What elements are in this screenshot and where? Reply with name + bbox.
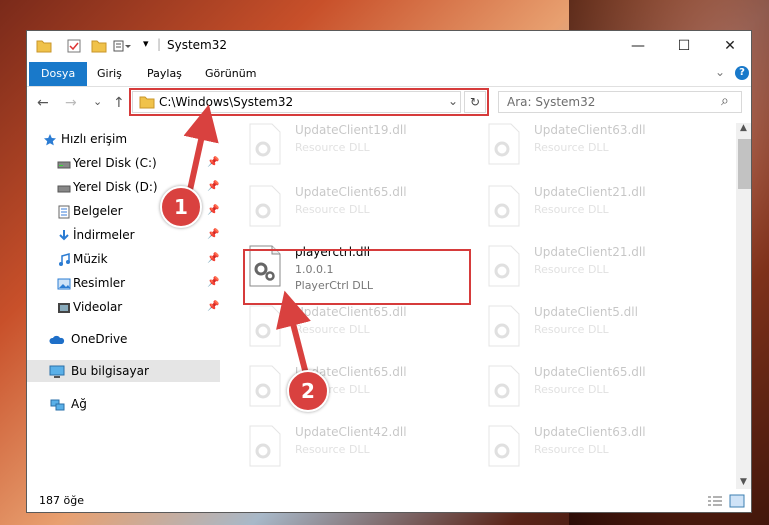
step-marker-1: 1	[160, 186, 202, 228]
step-marker-2: 2	[287, 370, 329, 412]
annotation-arrows	[183, 104, 311, 376]
